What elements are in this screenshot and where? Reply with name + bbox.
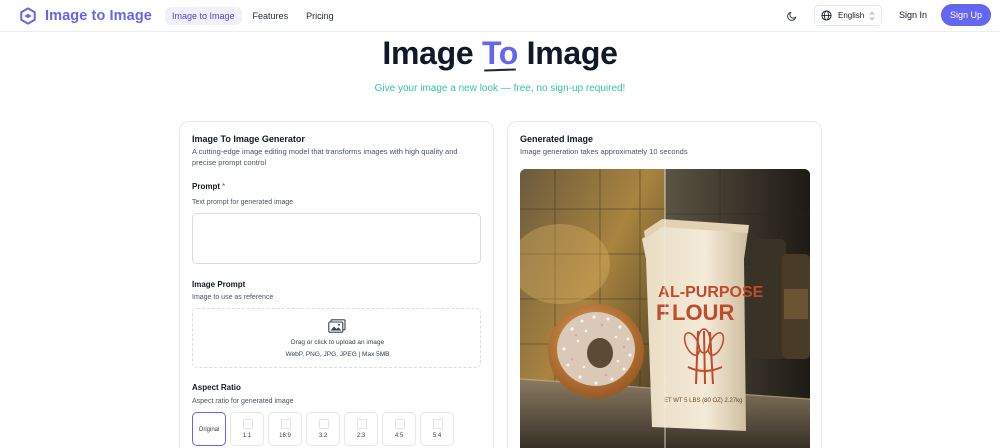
generated-image-preview: A L-PURPOSE F LOUR ET WT 5 LBS (80 OZ) 2…: [520, 169, 810, 448]
ratio-label: 5:4: [432, 433, 442, 439]
title-part-2: Image: [518, 35, 618, 71]
ratio-label: 2:3: [356, 433, 366, 439]
ratio-label: 3:2: [318, 433, 328, 439]
donut-and-flour-photo: A L-PURPOSE F LOUR ET WT 5 LBS (80 OZ) 2…: [520, 169, 810, 448]
nav-link-pricing[interactable]: Pricing: [299, 7, 341, 25]
prompt-input[interactable]: [192, 213, 481, 264]
language-select[interactable]: English: [814, 5, 882, 26]
title-accent: To: [481, 35, 519, 71]
sign-up-button[interactable]: Sign Up: [941, 4, 991, 26]
prompt-label: Prompt *: [192, 182, 225, 191]
nav-link-features[interactable]: Features: [246, 7, 296, 25]
page-title: Image To Image: [0, 35, 1000, 72]
required-marker: *: [222, 182, 226, 191]
logo-icon: [20, 7, 36, 25]
generator-title: Image To Image Generator: [192, 134, 305, 144]
image-prompt-hint: Image to use as reference: [192, 294, 274, 301]
aspect-ratio-label: Aspect Ratio: [192, 383, 241, 392]
ratio-label: 4:5: [394, 433, 404, 439]
donut-illustration: [548, 304, 644, 398]
prompt-hint: Text prompt for generated image: [192, 199, 294, 206]
ratio-shape: [243, 419, 253, 429]
nav-links: Image to Image Features Pricing: [165, 7, 345, 25]
ratio-option-2-3[interactable]: 2:3: [344, 412, 378, 446]
ratio-label: 16:9: [279, 433, 291, 439]
aspect-ratio-options: Original 1:1 16:9 3:2 2:3 4:5 5:4: [192, 412, 458, 446]
sign-in-link[interactable]: Sign In: [899, 10, 927, 20]
image-upload-icon: [328, 319, 346, 333]
ratio-option-4-5[interactable]: 4:5: [382, 412, 416, 446]
aspect-ratio-hint: Aspect ratio for generated image: [192, 398, 294, 405]
chevron-up-down-icon: [869, 11, 875, 21]
generator-card: Image To Image Generator A cutting-edge …: [179, 121, 494, 448]
language-label: English: [838, 11, 865, 20]
ratio-option-5-4[interactable]: 5:4: [420, 412, 454, 446]
bag-weight-text: ET WT 5 LBS (80 OZ) 2.27kg: [664, 398, 742, 404]
title-part-1: Image: [382, 35, 482, 71]
bag-text-line-1: L-PURPOSE: [670, 284, 764, 301]
moon-icon: [787, 11, 797, 21]
globe-icon: [821, 10, 832, 21]
bag-text-prefix-2: F: [656, 300, 669, 325]
ratio-shape: [433, 419, 443, 429]
ratio-shape: [357, 419, 367, 429]
brand-name: Image to Image: [45, 8, 152, 24]
generated-image-subtitle: Image generation takes approximately 10 …: [520, 147, 688, 156]
generator-description: A cutting-edge image editing model that …: [192, 147, 458, 167]
ratio-option-original[interactable]: Original: [192, 412, 226, 446]
bag-text-prefix-1: A: [658, 284, 670, 301]
ratio-label: Original: [198, 427, 220, 433]
theme-toggle-button[interactable]: [784, 8, 800, 24]
brand-logo[interactable]: Image to Image: [19, 6, 152, 26]
page-subtitle: Give your image a new look — free, no si…: [374, 83, 626, 94]
bag-text-line-2: LOUR: [672, 300, 734, 325]
ratio-shape: [281, 419, 291, 429]
nav-link-image-to-image[interactable]: Image to Image: [165, 7, 242, 25]
image-prompt-label: Image Prompt: [192, 280, 246, 289]
ratio-shape: [319, 419, 329, 429]
prompt-label-text: Prompt: [192, 182, 220, 191]
ratio-option-16-9[interactable]: 16:9: [268, 412, 302, 446]
upload-instruction: Drag or click to upload an image: [290, 339, 385, 346]
generated-image-title: Generated Image: [520, 134, 594, 144]
ratio-option-1-1[interactable]: 1:1: [230, 412, 264, 446]
top-navbar: Image to Image Image to Image Features P…: [0, 0, 1000, 32]
ratio-shape: [395, 419, 405, 429]
ratio-label: 1:1: [242, 433, 252, 439]
image-upload-dropzone[interactable]: Drag or click to upload an image WebP, P…: [192, 308, 481, 368]
upload-formats: WebP, PNG, JPG, JPEG | Max 5MB: [285, 351, 390, 358]
generated-image-card: Generated Image Image generation takes a…: [507, 121, 822, 448]
ratio-option-3-2[interactable]: 3:2: [306, 412, 340, 446]
